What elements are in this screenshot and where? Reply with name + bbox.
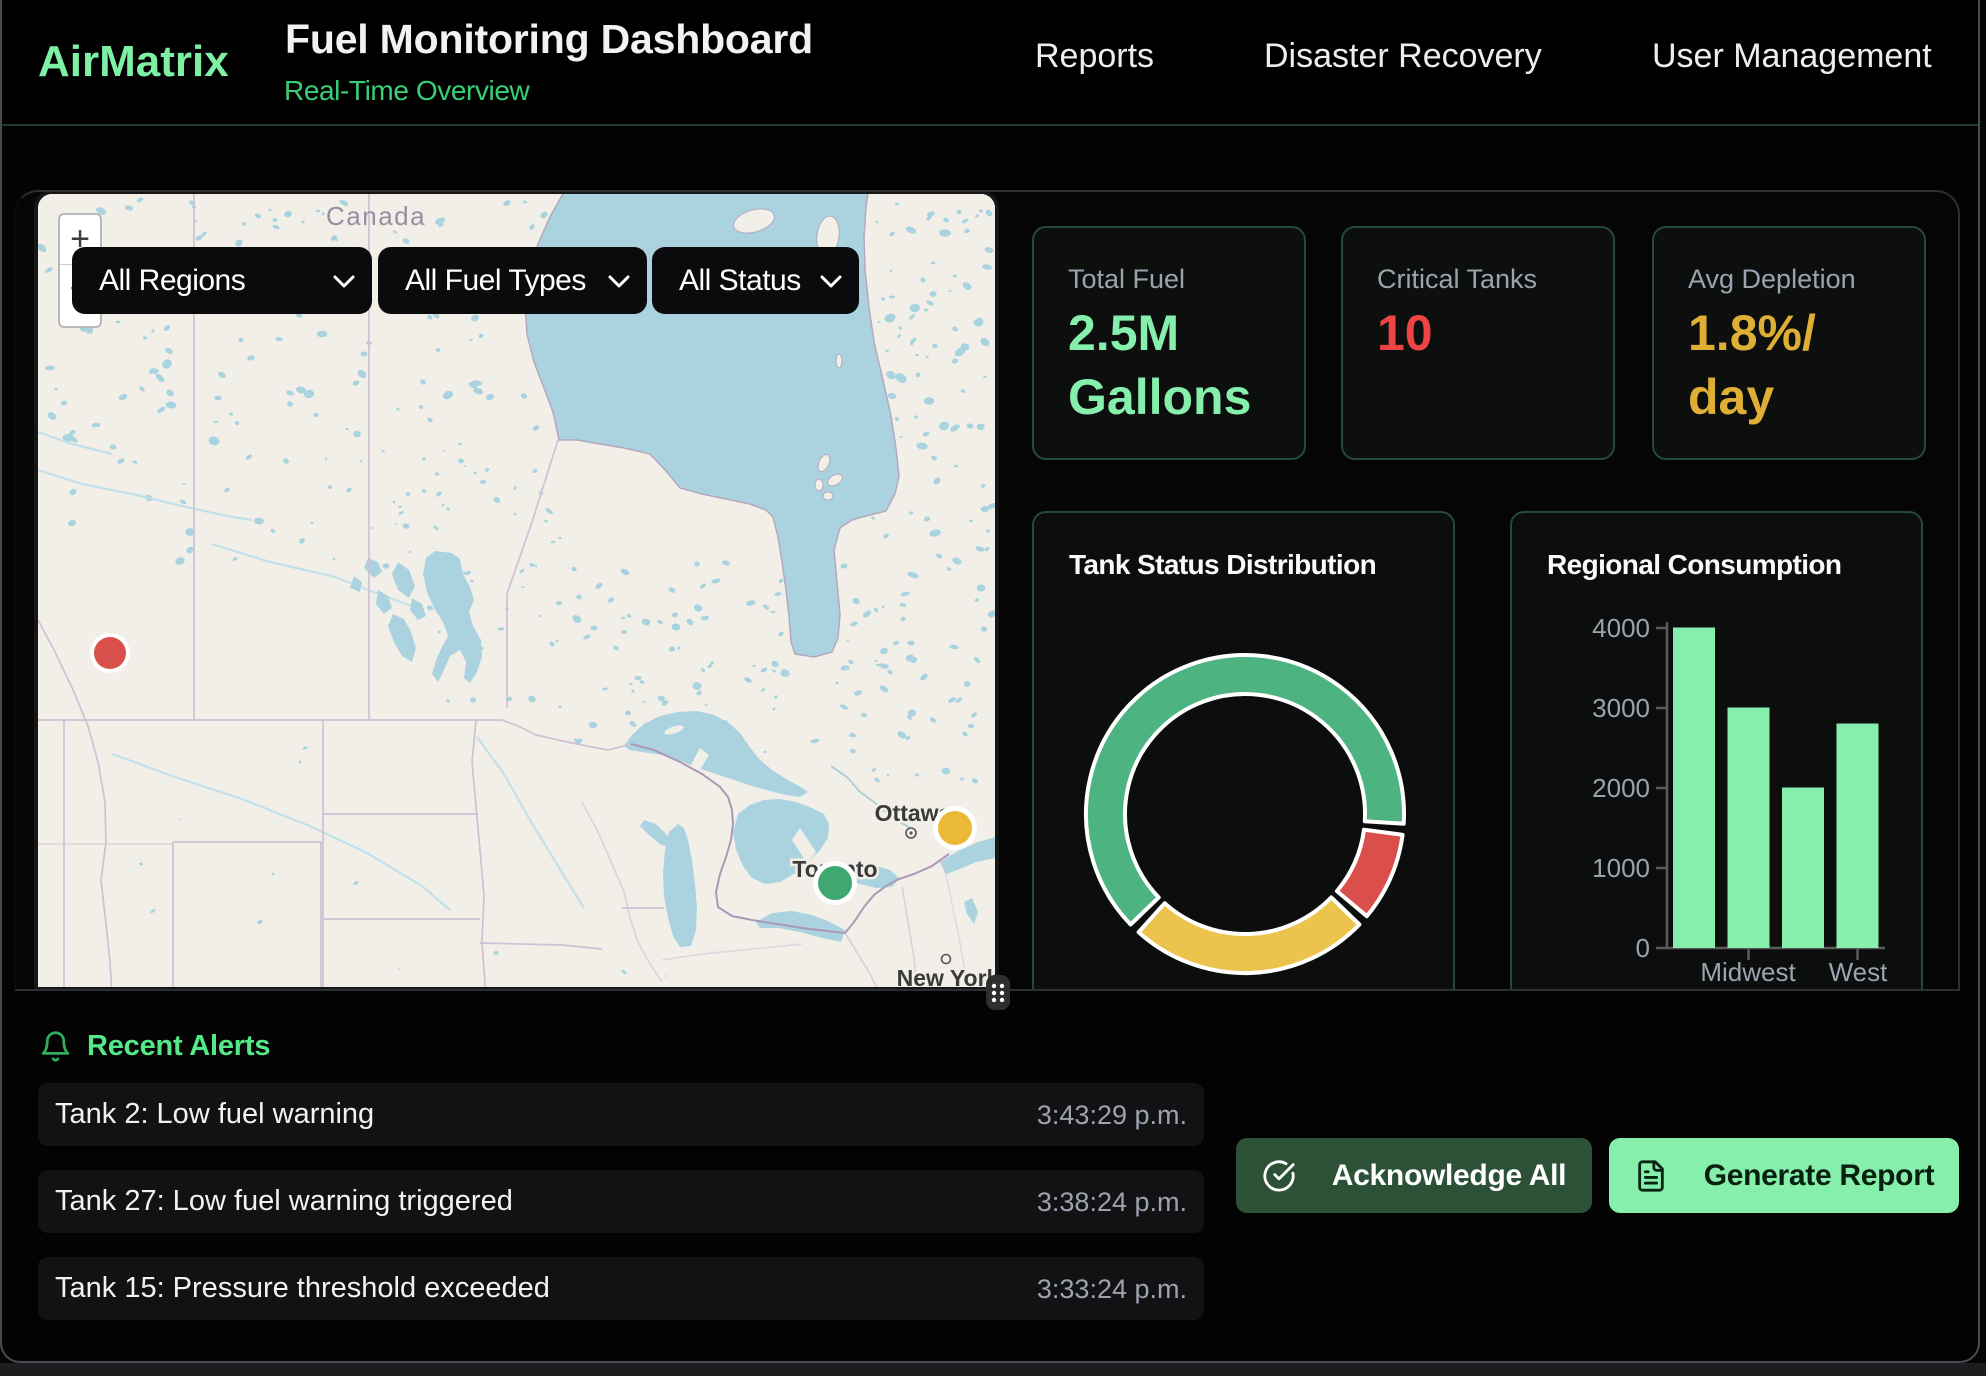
svg-text:2000: 2000 [1592,773,1650,803]
svg-text:4000: 4000 [1592,613,1650,643]
svg-text:West: West [1829,957,1889,987]
svg-text:Midwest: Midwest [1700,957,1796,987]
svg-text:Canada: Canada [326,201,426,231]
svg-text:New York: New York [897,965,995,991]
svg-text:0: 0 [1636,933,1650,963]
svg-text:3000: 3000 [1592,693,1650,723]
svg-text:1000: 1000 [1592,853,1650,883]
